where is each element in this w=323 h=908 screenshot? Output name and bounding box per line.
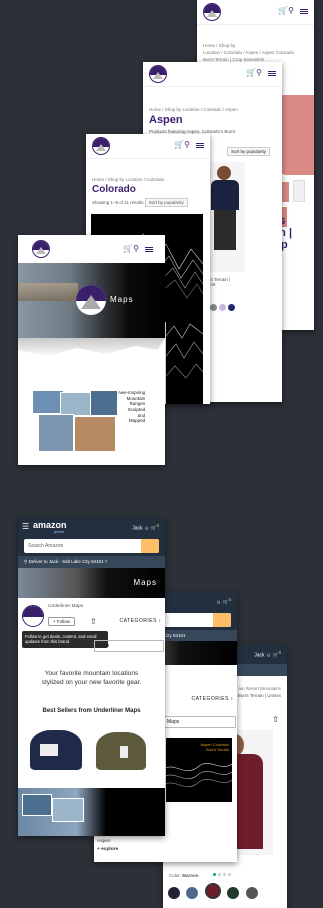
store-name[interactable]: Underliner Maps bbox=[48, 604, 83, 609]
search-button[interactable] bbox=[213, 613, 231, 627]
account-name: Jack bbox=[132, 525, 143, 532]
store-logo[interactable] bbox=[22, 605, 44, 627]
search-in-store[interactable]: Maps bbox=[164, 716, 236, 728]
search-icon[interactable]: ⚲ bbox=[133, 244, 139, 253]
promo-collage bbox=[18, 788, 165, 836]
swatch-lavender[interactable] bbox=[219, 304, 226, 311]
site-header: 🛒⚲ bbox=[86, 134, 210, 159]
product-art-colorado-2[interactable] bbox=[165, 316, 204, 404]
menu-icon[interactable]: ☰ bbox=[22, 522, 29, 531]
search-icon[interactable]: ⚲ bbox=[256, 68, 262, 77]
product-hat-olive[interactable] bbox=[96, 732, 146, 770]
sort-select[interactable]: Sort by popularity bbox=[144, 198, 188, 207]
product-image bbox=[205, 162, 245, 272]
menu-icon[interactable] bbox=[300, 9, 308, 10]
result-count: Showing 1–9 of 11 results bbox=[92, 200, 144, 205]
site-logo[interactable] bbox=[149, 65, 167, 83]
cart-count: 0 bbox=[228, 597, 231, 602]
search-input[interactable]: Search Amazon bbox=[24, 539, 159, 553]
share-icon[interactable]: ⇧ bbox=[272, 715, 279, 724]
search-button[interactable] bbox=[141, 539, 159, 553]
page-title: Aspen bbox=[149, 114, 183, 126]
footer-link-aspen[interactable]: Aspen bbox=[97, 838, 118, 846]
site-logo[interactable] bbox=[203, 3, 221, 21]
categories-menu[interactable]: CATEGORIES › bbox=[192, 696, 233, 702]
cart-icon[interactable]: 🛒 bbox=[278, 6, 288, 15]
terrain-strip bbox=[18, 338, 165, 356]
swatch-5[interactable] bbox=[245, 887, 258, 899]
swatch-1[interactable] bbox=[168, 887, 180, 899]
color-options bbox=[168, 883, 260, 904]
share-icon[interactable]: ⇧ bbox=[90, 617, 97, 626]
product-image bbox=[277, 95, 314, 175]
menu-icon[interactable] bbox=[145, 247, 153, 248]
store-banner: Maps bbox=[18, 568, 165, 598]
prime-badge: prime bbox=[54, 529, 65, 534]
cart-count: 0 bbox=[278, 650, 281, 655]
page-title: Colorado bbox=[92, 184, 136, 195]
location-icon: ⚲ bbox=[24, 559, 28, 564]
best-sellers-heading: Best Sellers from Underliner Maps bbox=[42, 708, 141, 714]
account-icon[interactable]: ☺ bbox=[216, 600, 221, 606]
banner-brand-text: Maps bbox=[133, 578, 157, 587]
cart-icon[interactable]: 🛒 bbox=[174, 140, 184, 149]
product-hat-navy[interactable] bbox=[30, 730, 82, 770]
photo-collage bbox=[32, 390, 118, 455]
swatch-4[interactable] bbox=[227, 887, 240, 899]
menu-icon[interactable] bbox=[268, 71, 276, 72]
swatch-grey[interactable] bbox=[210, 304, 217, 311]
swatch-2[interactable] bbox=[186, 887, 199, 899]
sort-select[interactable]: Sort by popularity bbox=[226, 147, 270, 156]
image-pagination bbox=[213, 863, 233, 881]
search-icon[interactable]: ⚲ bbox=[288, 6, 294, 15]
account-name: Jack bbox=[254, 652, 265, 659]
site-header: 🛒⚲ bbox=[143, 62, 282, 87]
site-logo[interactable] bbox=[92, 137, 110, 155]
product-caption: ain Terrain | shirt bbox=[207, 277, 231, 287]
hero-banner: Maps bbox=[18, 263, 165, 338]
categories-menu[interactable]: CATEGORIES › bbox=[120, 618, 161, 624]
featured-art[interactable]: Aspen Colorado Burnt Terrain bbox=[165, 738, 233, 802]
search-icon[interactable]: ⚲ bbox=[184, 140, 190, 149]
site-logo[interactable] bbox=[32, 240, 50, 258]
collage-caption: Awe-Inspiring Mountain Ranges Sculpted a… bbox=[118, 390, 146, 424]
amazon-store-card: ☰ amazon prime Jack ☺ 🛒0 Search Amazon ⚲… bbox=[18, 518, 165, 836]
footer-link-explore[interactable]: + explore bbox=[97, 846, 118, 854]
home-card: 🛒⚲ Maps Awe-Inspiring Mountain Ranges Sc… bbox=[18, 235, 165, 465]
search-in-store[interactable]: Maps bbox=[94, 640, 164, 652]
account-icon[interactable]: ☺ bbox=[144, 526, 149, 532]
store-tagline: Your favorite mountain locations stylize… bbox=[41, 670, 142, 686]
cart-icon[interactable]: 🛒 bbox=[123, 244, 133, 253]
menu-icon[interactable] bbox=[196, 143, 204, 144]
brand-logo-mark bbox=[76, 285, 106, 315]
site-header: 🛒⚲ bbox=[197, 0, 314, 25]
color-swatches bbox=[210, 298, 237, 316]
amazon-header: ☰ amazon prime Jack ☺ 🛒0 bbox=[18, 518, 165, 537]
breadcrumb: Home / Shop by Location / Colorado bbox=[92, 177, 165, 182]
swatch-navy[interactable] bbox=[228, 304, 235, 311]
art-caption-2: Burnt Terrain bbox=[206, 747, 229, 752]
account-icon[interactable]: ☺ bbox=[266, 653, 271, 659]
brand-text: Maps bbox=[110, 295, 134, 304]
breadcrumb: Home / Shop by Location / Colorado / Asp… bbox=[149, 107, 238, 112]
store-footer-links: Aspen + explore bbox=[97, 838, 118, 853]
swatch-3[interactable] bbox=[204, 883, 221, 899]
cart-icon[interactable]: 🛒 bbox=[246, 68, 256, 77]
cart-count: 0 bbox=[156, 523, 159, 528]
deliver-to[interactable]: Deliver to Jack - Salt Lake City 84101 bbox=[29, 559, 104, 564]
follow-button[interactable]: + Follow bbox=[48, 617, 75, 626]
color-label: Color: Maroon bbox=[169, 873, 199, 878]
site-header: 🛒⚲ bbox=[18, 235, 165, 264]
